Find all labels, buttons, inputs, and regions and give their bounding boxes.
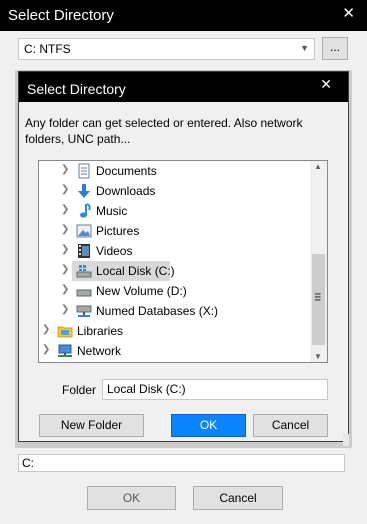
tree-item-libraries[interactable]: ❯ Libraries [39,321,311,341]
chevron-right-icon[interactable]: ❯ [61,304,69,315]
scroll-up-icon[interactable]: ▲ [314,162,322,171]
new-folder-button[interactable]: New Folder [39,414,144,437]
tree-item-downloads[interactable]: ❯ Downloads [39,181,311,201]
chevron-right-icon[interactable]: ❯ [61,184,69,195]
tree-item-label: Libraries [77,324,124,338]
folder-input[interactable]: Local Disk (C:) [102,379,328,400]
chevron-right-icon[interactable]: ❯ [61,164,69,175]
drive-select-value: C: NTFS [24,42,71,56]
dialog-close-icon[interactable]: ✕ [320,76,332,93]
grip-icon: ━ ━ ━ [315,289,321,305]
network-drive-icon [76,303,92,319]
tree-item-music[interactable]: ❯ Music [39,201,311,221]
tree-item-documents[interactable]: ❯ Documents [39,161,311,181]
drive-icon [76,283,92,299]
tree-item-videos[interactable]: ❯ Videos [39,241,311,261]
tree-item-label: New Volume (D:) [96,284,187,298]
resize-grip[interactable] [343,434,349,446]
tree-item-pictures[interactable]: ❯ Pictures [39,221,311,241]
ok-button[interactable]: OK [171,414,246,437]
tree-item-network[interactable]: ❯ Network [39,341,311,361]
music-icon [76,203,92,219]
network-icon [57,343,73,359]
cancel-button[interactable]: Cancel [253,414,328,437]
tree-scrollbar[interactable]: ▲ ━ ━ ━ ▼ [310,161,327,362]
tree-item-new-volume-d[interactable]: ❯ New Volume (D:) [39,281,311,301]
tree-item-label: Network [77,344,122,358]
select-directory-dialog: Select Directory ✕ Any folder can get se… [18,71,349,442]
dialog-title-bar: Select Directory ✕ [19,72,348,102]
chevron-right-icon[interactable]: ❯ [61,224,69,235]
drive-select[interactable]: C: NTFS ▼ [18,38,315,60]
chevron-down-icon[interactable]: ▼ [300,43,309,53]
tree-item-label: Local Disk (C:) [96,264,175,278]
documents-icon [76,163,92,179]
tree-item-label: Documents [96,164,157,178]
tree-item-label: Music [96,204,128,218]
chevron-right-icon[interactable]: ❯ [61,204,69,215]
chevron-right-icon[interactable]: ❯ [61,244,69,255]
tree-item-label: Numed Databases (X:) [96,304,219,318]
tree-item-local-disk-c[interactable]: ❯ Local Disk (C:) [39,261,311,281]
pictures-icon [76,223,92,239]
scroll-down-icon[interactable]: ▼ [314,352,322,361]
tree-item-numed-databases-x[interactable]: ❯ Numed Databases (X:) [39,301,311,321]
local-disk-icon [76,263,92,279]
downloads-icon [76,183,92,199]
libraries-icon [57,323,73,339]
outer-close-icon[interactable]: ✕ [342,4,355,22]
outer-title: Select Directory [8,7,114,24]
scroll-thumb[interactable]: ━ ━ ━ [312,254,325,345]
chevron-right-icon[interactable]: ❯ [42,344,50,355]
chevron-right-icon[interactable]: ❯ [61,264,69,275]
path-input[interactable]: C: [18,454,345,472]
folder-label: Folder [62,383,97,397]
browse-button[interactable]: ... [322,37,348,60]
dialog-title: Select Directory [27,81,126,97]
tree-item-label: Pictures [96,224,140,238]
outer-title-bar: Select Directory ✕ [0,0,367,31]
tree-item-label: Videos [96,244,133,258]
folder-tree[interactable]: ❯ Documents ❯ Downloads ❯ Music ❯ Pictures ❯ Vide… [38,160,328,363]
tree-item-label: Downloads [96,184,156,198]
videos-icon [76,243,92,259]
outer-cancel-button[interactable]: Cancel [193,486,283,510]
chevron-right-icon[interactable]: ❯ [61,284,69,295]
dialog-description: Any folder can get selected or entered. … [25,116,303,146]
outer-ok-button[interactable]: OK [87,486,176,510]
chevron-right-icon[interactable]: ❯ [42,324,50,335]
